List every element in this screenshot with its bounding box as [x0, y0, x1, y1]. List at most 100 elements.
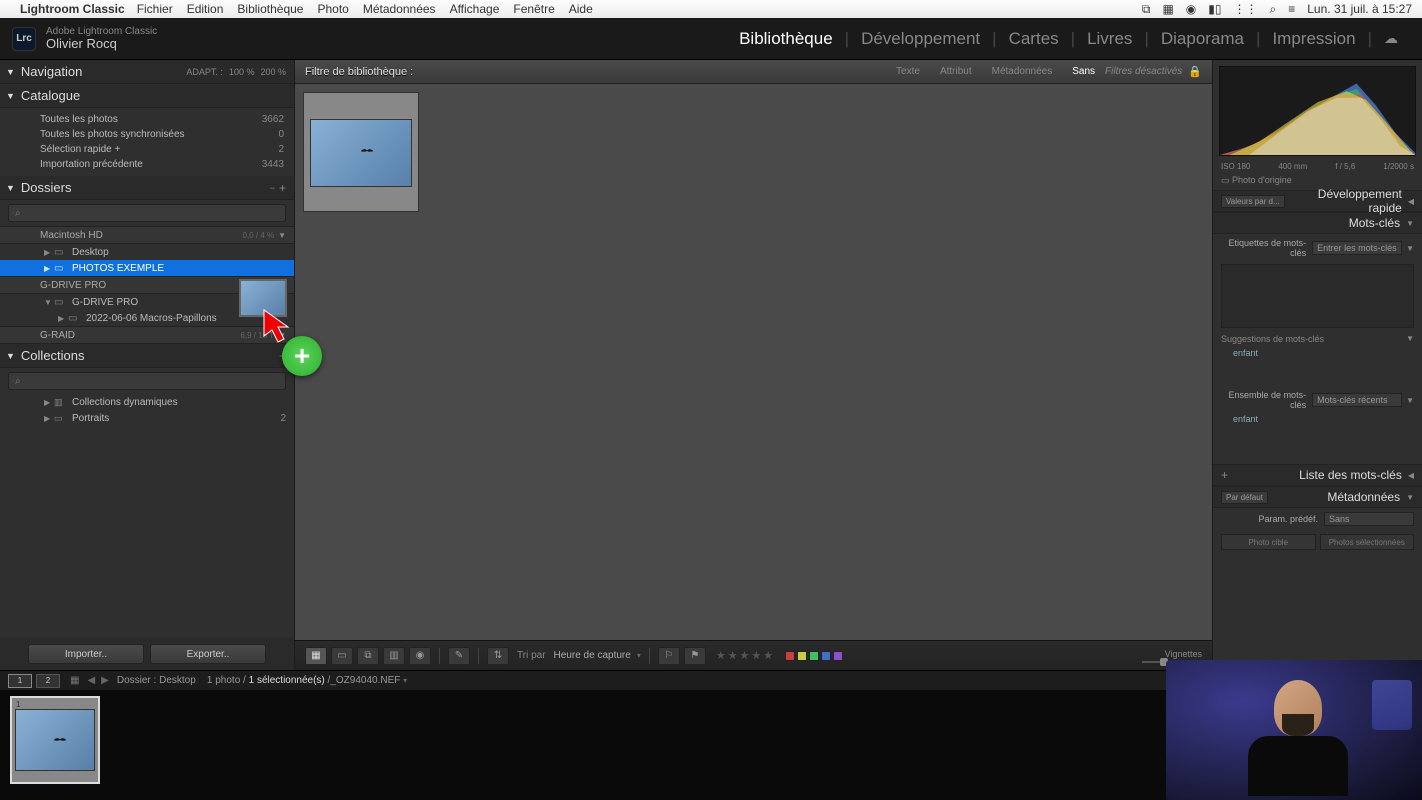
- catalog-row[interactable]: Sélection rapide +2: [0, 142, 294, 157]
- histogram[interactable]: [1219, 66, 1416, 156]
- sort-direction-icon[interactable]: ⇅: [487, 647, 509, 665]
- module-map[interactable]: Cartes: [997, 29, 1071, 49]
- siri-icon[interactable]: ◉: [1186, 2, 1196, 16]
- menu-photo[interactable]: Photo: [317, 2, 348, 16]
- search-icon[interactable]: ⌕: [1270, 2, 1277, 17]
- grid-thumbnail[interactable]: [303, 92, 419, 212]
- selected-photos-button[interactable]: Photos sélectionnées: [1320, 534, 1415, 550]
- keyword-list-plus-icon[interactable]: +: [1221, 468, 1228, 482]
- keyword-tags-select[interactable]: Entrer les mots-clés: [1312, 241, 1402, 255]
- module-print[interactable]: Impression: [1260, 29, 1367, 49]
- filter-none[interactable]: Sans: [1062, 66, 1105, 77]
- collections-header[interactable]: ▼ Collections +: [0, 344, 294, 368]
- metadata-view-select[interactable]: Par défaut: [1221, 491, 1268, 504]
- collection-row[interactable]: ▶▭Portraits2: [0, 410, 294, 426]
- color-purple[interactable]: [833, 651, 843, 661]
- catalog-row[interactable]: Toutes les photos3662: [0, 112, 294, 127]
- folders-header[interactable]: ▼ Dossiers − +: [0, 176, 294, 200]
- nav-back-icon[interactable]: ◀: [87, 675, 95, 686]
- filter-text[interactable]: Texte: [886, 66, 930, 77]
- metadata-header[interactable]: Par défaut Métadonnées ▼: [1213, 486, 1422, 508]
- color-red[interactable]: [785, 651, 795, 661]
- collections-search-input[interactable]: ⌕: [8, 372, 286, 390]
- quick-develop-header[interactable]: Valeurs par d... Développement rapide ◀: [1213, 190, 1422, 212]
- folders-minus-icon[interactable]: −: [270, 183, 275, 193]
- catalog-header[interactable]: ▼ Catalogue: [0, 84, 294, 108]
- grid-view[interactable]: +: [295, 84, 1212, 640]
- catalog-row[interactable]: Toutes les photos synchronisées0: [0, 127, 294, 142]
- flag-reject-icon[interactable]: ⚑: [684, 647, 706, 665]
- catalog-row[interactable]: Importation précédente3443: [0, 157, 294, 172]
- module-slideshow[interactable]: Diaporama: [1149, 29, 1256, 49]
- chevron-down-icon: ▼: [278, 281, 286, 290]
- painter-icon[interactable]: ✎: [448, 647, 470, 665]
- color-blue[interactable]: [821, 651, 831, 661]
- menu-window[interactable]: Fenêtre: [513, 2, 554, 16]
- primary-screen-button[interactable]: 1: [8, 674, 32, 688]
- keyword-set-tag[interactable]: enfant: [1213, 414, 1422, 424]
- collection-row[interactable]: ▶▥Collections dynamiques: [0, 394, 294, 410]
- grid-toggle-icon[interactable]: ▦: [70, 675, 79, 686]
- nav-zoom-100[interactable]: 100 %: [229, 67, 255, 77]
- target-photo-button[interactable]: Photo cible: [1221, 534, 1316, 550]
- filter-attribute[interactable]: Attribut: [930, 66, 982, 77]
- filter-disabled-label[interactable]: Filtres désactivés: [1105, 66, 1182, 77]
- people-view-icon[interactable]: ◉: [409, 647, 431, 665]
- filter-metadata[interactable]: Métadonnées: [982, 66, 1063, 77]
- app-menu-name[interactable]: Lightroom Classic: [20, 2, 125, 16]
- loupe-view-icon[interactable]: ▭: [331, 647, 353, 665]
- import-button[interactable]: Importer..: [28, 644, 144, 664]
- chevron-right-icon: ▶: [44, 264, 54, 273]
- menu-help[interactable]: Aide: [569, 2, 593, 16]
- menu-edit[interactable]: Edition: [187, 2, 224, 16]
- keyword-list-header[interactable]: + Liste des mots-clés ◀: [1213, 464, 1422, 486]
- menu-file[interactable]: Fichier: [137, 2, 173, 16]
- nav-zoom-200[interactable]: 200 %: [260, 67, 286, 77]
- color-yellow[interactable]: [797, 651, 807, 661]
- rating-stars[interactable]: ★★★★★: [716, 649, 775, 662]
- metadata-preset-select[interactable]: Sans: [1324, 512, 1414, 526]
- flag-pick-icon[interactable]: ⚐: [658, 647, 680, 665]
- folder-desktop[interactable]: ▶▭Desktop: [0, 244, 294, 260]
- navigator-header[interactable]: ▼ Navigation ADAPT. : 100 % 200 %: [0, 60, 294, 84]
- breadcrumb[interactable]: Dossier : Desktop 1 photo / 1 sélectionn…: [117, 675, 407, 686]
- color-green[interactable]: [809, 651, 819, 661]
- nav-forward-icon[interactable]: ▶: [101, 675, 109, 686]
- menu-metadata[interactable]: Métadonnées: [363, 2, 436, 16]
- survey-view-icon[interactable]: ▥: [383, 647, 405, 665]
- wifi-icon[interactable]: ⋮⋮: [1234, 2, 1258, 16]
- nav-adapt[interactable]: ADAPT. :: [186, 67, 223, 77]
- module-library[interactable]: Bibliothèque: [727, 29, 845, 49]
- screen-mirror-icon[interactable]: ⧉: [1142, 2, 1151, 17]
- clock[interactable]: Lun. 31 juil. à 15:27: [1307, 2, 1412, 16]
- grid-view-icon[interactable]: ▦: [305, 647, 327, 665]
- volume-row[interactable]: G-DRIVE PRO0,0 / 0▼: [0, 276, 294, 294]
- folders-search-input[interactable]: ⌕: [8, 204, 286, 222]
- module-develop[interactable]: Développement: [849, 29, 992, 49]
- folders-plus-icon[interactable]: +: [279, 181, 286, 195]
- keywords-header[interactable]: Mots-clés ▼: [1213, 212, 1422, 234]
- keyword-input-box[interactable]: [1221, 264, 1414, 328]
- export-button[interactable]: Exporter..: [150, 644, 266, 664]
- compare-view-icon[interactable]: ⧉: [357, 647, 379, 665]
- battery-icon[interactable]: ▮▯: [1208, 2, 1221, 16]
- folder-gdrive[interactable]: ▼▭G-DRIVE PRO: [0, 294, 294, 310]
- cloud-sync-icon[interactable]: ☁: [1372, 30, 1410, 47]
- control-center-icon[interactable]: ▦: [1162, 2, 1173, 16]
- sort-value[interactable]: Heure de capture: [554, 650, 631, 661]
- volume-row[interactable]: Macintosh HD0,0 / 4 %▼: [0, 226, 294, 244]
- keyword-suggestion-tag[interactable]: enfant: [1213, 348, 1422, 358]
- collections-plus-icon[interactable]: +: [279, 349, 286, 363]
- folder-photos-exemple[interactable]: ▶▭PHOTOS EXEMPLE: [0, 260, 294, 276]
- folder-macros[interactable]: ▶▭2022-06-06 Macros-Papillons: [0, 310, 294, 326]
- volume-row[interactable]: G-RAID6,9 / 18 T▼: [0, 326, 294, 344]
- filmstrip-thumbnail[interactable]: 1: [10, 696, 100, 784]
- module-book[interactable]: Livres: [1075, 29, 1144, 49]
- lock-icon[interactable]: 🔒: [1188, 65, 1202, 78]
- secondary-screen-button[interactable]: 2: [36, 674, 60, 688]
- menu-extra-icon[interactable]: ≡: [1288, 2, 1295, 16]
- menu-view[interactable]: Affichage: [450, 2, 500, 16]
- quick-dev-preset[interactable]: Valeurs par d...: [1221, 195, 1285, 208]
- menu-library[interactable]: Bibliothèque: [237, 2, 303, 16]
- keyword-set-select[interactable]: Mots-clés récents: [1312, 393, 1402, 407]
